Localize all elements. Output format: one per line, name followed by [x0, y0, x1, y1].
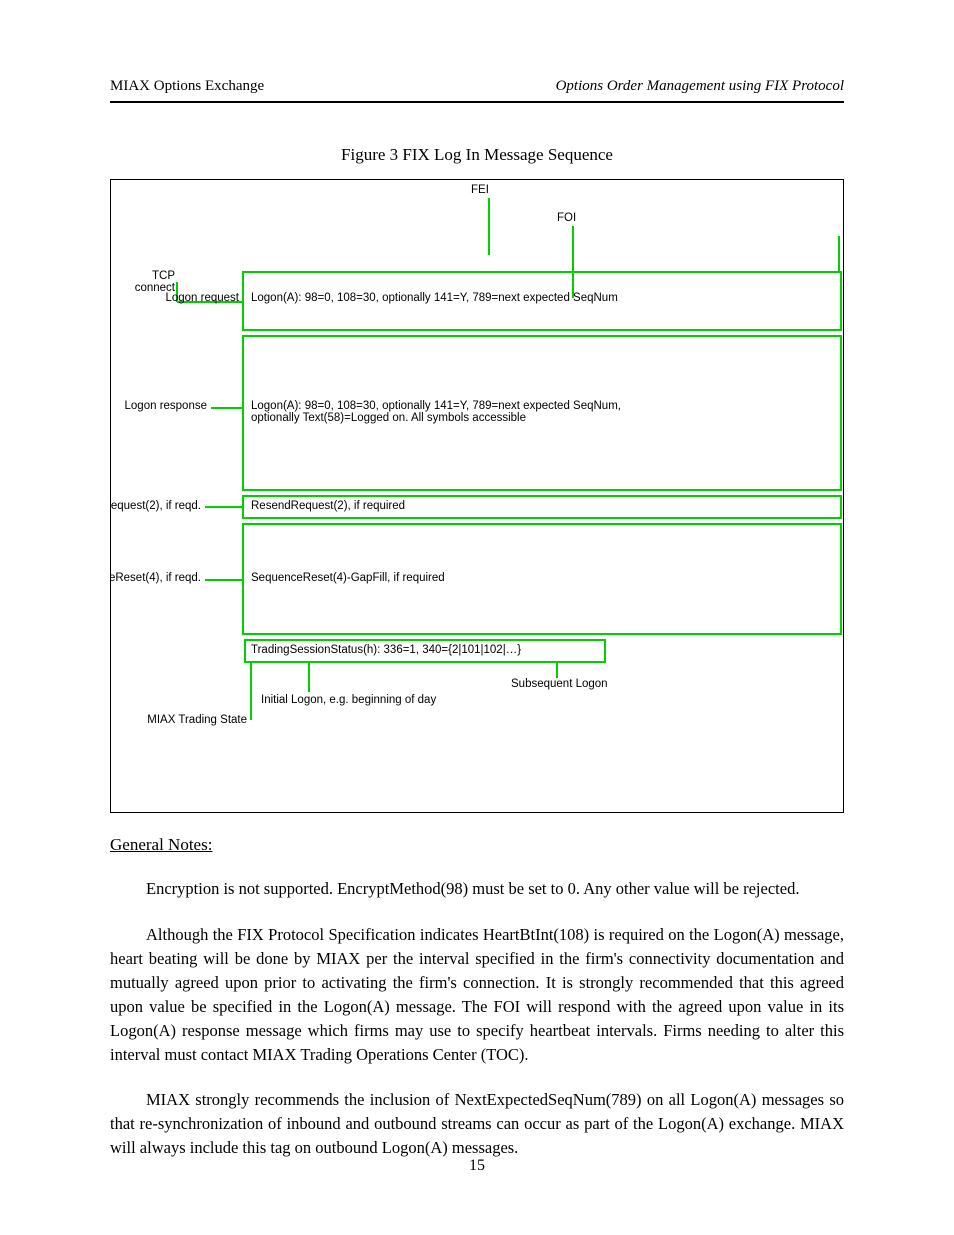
logon-request-label: Logon request [117, 292, 239, 304]
resend-left-label: ResendRequest(2), if reqd. [110, 500, 201, 512]
notes-p2: Although the FIX Protocol Specification … [110, 923, 844, 1067]
resend-right-label: ResendRequest(2), if required [251, 500, 405, 512]
header-left: MIAX Options Exchange [110, 78, 264, 95]
seqreset-left-label: SequenceReset(4), if reqd. [110, 572, 201, 584]
legend-initial: Initial Logon, e.g. beginning of day [261, 694, 436, 706]
logon-response-label: Logon response [117, 400, 207, 412]
logon-request-text: Logon(A): 98=0, 108=30, optionally 141=Y… [251, 292, 831, 304]
header-right: Options Order Management using FIX Proto… [556, 78, 844, 95]
page-header: MIAX Options Exchange Options Order Mana… [0, 0, 954, 95]
notes-heading: General Notes: [110, 835, 954, 855]
notes-body: Encryption is not supported. EncryptMeth… [110, 877, 844, 1160]
notes-p1: Encryption is not supported. EncryptMeth… [110, 877, 844, 901]
trading-state-label: MIAX Trading State [117, 714, 247, 726]
figure-title: Figure 3 FIX Log In Message Sequence [0, 145, 954, 165]
legend-subsequent: Subsequent Logon [511, 678, 608, 690]
label-fei: FEI [471, 184, 489, 196]
seqreset-right-label: SequenceReset(4)-GapFill, if required [251, 572, 445, 584]
notes-p3: MIAX strongly recommends the inclusion o… [110, 1088, 844, 1160]
label-foi: FOI [557, 212, 576, 224]
trading-state-text: TradingSessionStatus(h): 336=1, 340={2|1… [251, 644, 521, 656]
label-tcp-connect: TCP connect [110, 270, 175, 294]
logon-response-text: Logon(A): 98=0, 108=30, optionally 141=Y… [251, 400, 831, 424]
header-divider [110, 101, 844, 103]
page-number: 15 [0, 1157, 954, 1175]
figure-diagram: FEI FOI TCP connect Logon(A): 98=0, 108=… [110, 179, 844, 813]
